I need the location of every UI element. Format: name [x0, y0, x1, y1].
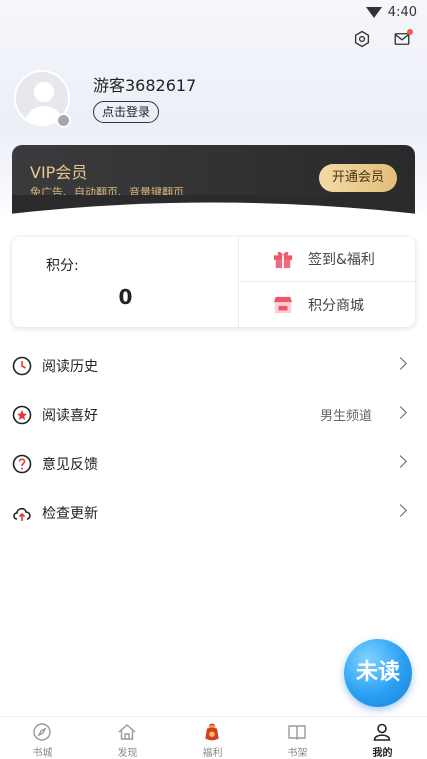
avatar-head-shape — [34, 82, 54, 102]
status-bar: 4:40 — [0, 0, 427, 24]
question-icon — [12, 454, 32, 473]
chevron-right-icon — [394, 357, 407, 370]
chevron-right-icon — [394, 455, 407, 468]
points-value: 0 — [118, 285, 133, 309]
menu-item-label: 阅读喜好 — [42, 407, 98, 424]
chevron-right-icon — [394, 504, 407, 517]
checkin-welfare-button[interactable]: 签到&福利 — [240, 237, 415, 282]
points-shop-label: 积分商城 — [308, 297, 364, 314]
points-card: 积分: 0 签到&福利 积分商城 — [12, 237, 415, 327]
book-icon — [288, 725, 306, 740]
user-icon — [373, 723, 391, 741]
username: 游客3682617 — [93, 76, 197, 95]
gift-bag-icon — [205, 723, 219, 741]
cloud-upload-icon — [13, 507, 31, 521]
avatar-badge-icon — [56, 113, 71, 128]
shop-icon — [273, 296, 293, 313]
vip-card-curve — [0, 195, 427, 235]
tab-label: 福利 — [202, 748, 223, 759]
menu-item-feedback[interactable]: 意见反馈 — [0, 439, 427, 488]
points-shop-button[interactable]: 积分商城 — [240, 282, 415, 327]
chevron-right-icon — [394, 406, 407, 419]
open-vip-button[interactable]: 开通会员 — [319, 164, 397, 192]
menu-item-check-update[interactable]: 检查更新 — [0, 488, 427, 537]
header-actions — [353, 29, 413, 48]
notification-dot — [407, 29, 413, 35]
tab-bookshelf[interactable]: 书架 — [255, 717, 340, 759]
status-time: 4:40 — [387, 4, 417, 20]
vip-title: VIP会员 — [30, 163, 88, 182]
menu-item-reading-preference[interactable]: 阅读喜好 男生频道 — [0, 390, 427, 439]
menu-item-reading-history[interactable]: 阅读历史 — [0, 341, 427, 390]
checkin-welfare-label: 签到&福利 — [308, 252, 375, 268]
tab-label: 书架 — [287, 748, 308, 759]
wifi-icon — [365, 6, 382, 18]
tab-mine[interactable]: 我的 — [340, 717, 425, 759]
settings-icon[interactable] — [353, 30, 371, 48]
tab-bookstore[interactable]: 书城 — [0, 717, 85, 759]
menu-list: 阅读历史 阅读喜好 男生频道 意见反馈 检查更新 — [0, 341, 427, 537]
unread-fab-button[interactable]: 未读 — [344, 639, 412, 707]
menu-item-label: 阅读历史 — [42, 358, 98, 375]
tab-label: 书城 — [32, 748, 53, 759]
tab-label: 发现 — [117, 748, 138, 759]
bottom-tab-bar: 书城 发现 福利 书架 我的 — [0, 716, 427, 759]
points-summary[interactable]: 积分: 0 — [12, 237, 239, 327]
tab-welfare[interactable]: 福利 — [170, 717, 255, 759]
menu-item-label: 意见反馈 — [42, 456, 98, 473]
gift-icon — [273, 251, 293, 269]
home-icon — [118, 724, 136, 740]
message-icon[interactable] — [393, 29, 413, 48]
compass-icon — [33, 723, 51, 741]
tab-discover[interactable]: 发现 — [85, 717, 170, 759]
menu-item-label: 检查更新 — [42, 505, 98, 522]
tab-label: 我的 — [372, 748, 393, 759]
login-button[interactable]: 点击登录 — [93, 101, 160, 123]
points-label: 积分: — [46, 258, 79, 274]
channel-value: 男生频道 — [319, 409, 372, 424]
clock-icon — [12, 356, 32, 375]
flower-icon — [12, 405, 32, 424]
